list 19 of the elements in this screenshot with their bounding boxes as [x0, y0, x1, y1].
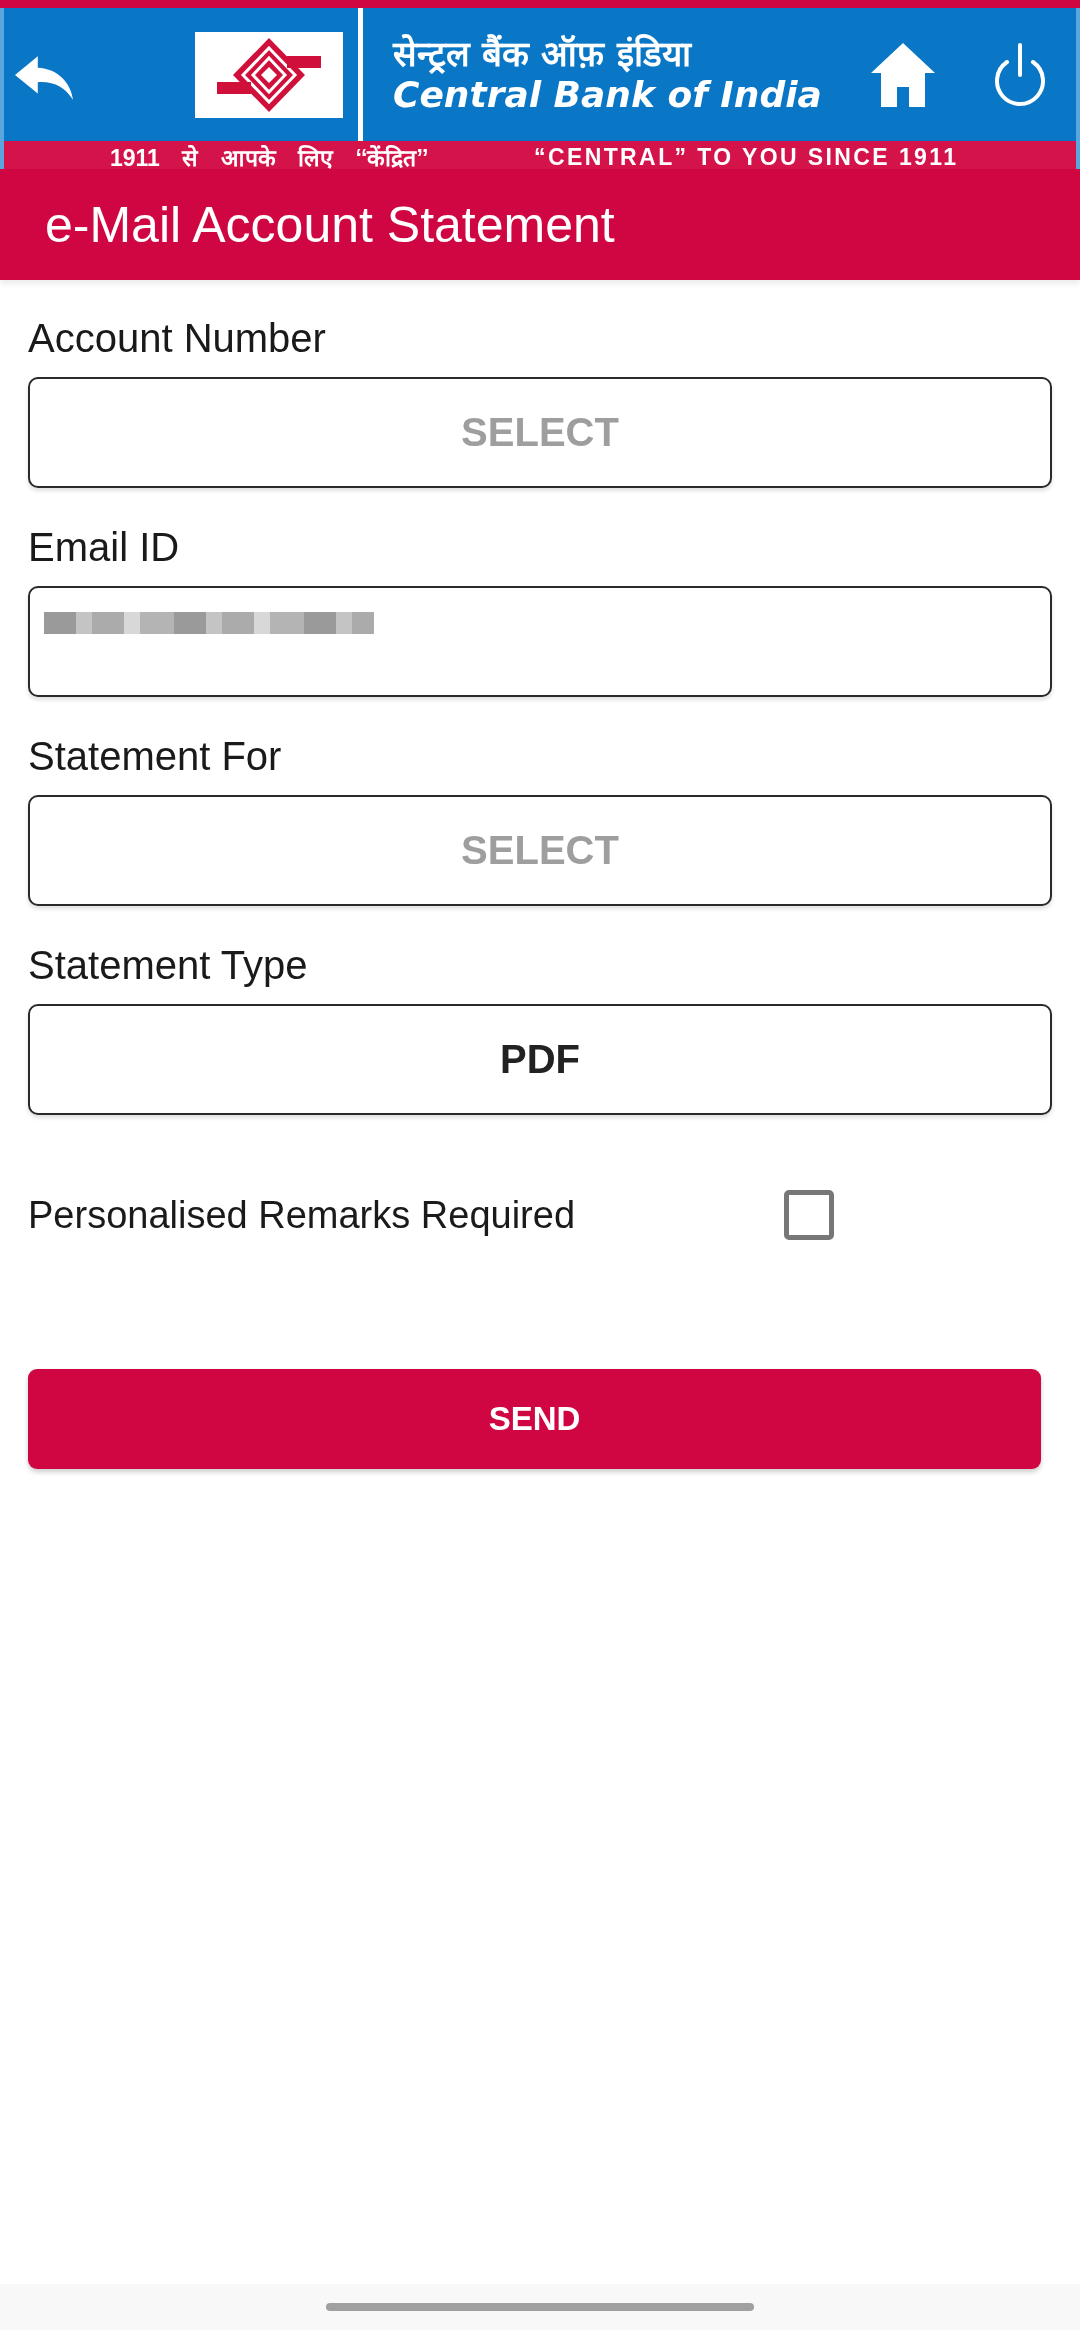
tagline-text: “CENTRAL” TO YOU SINCE 1911	[534, 143, 959, 171]
field-label: Statement For	[28, 733, 282, 780]
logo-icon	[195, 31, 343, 118]
send-button[interactable]: SEND	[28, 1369, 1041, 1469]
back-arrow-icon[interactable]	[15, 53, 73, 102]
checkbox[interactable]	[784, 1190, 834, 1240]
field-label: Statement Type	[28, 942, 308, 989]
field-label: Account Number	[28, 315, 326, 362]
page-title: e-Mail Account Statement	[45, 195, 615, 254]
bank-name-hindi: सेन्ट्रल बैंक ऑफ़ इंडिया	[393, 34, 693, 73]
power-icon[interactable]	[992, 40, 1048, 109]
field-label: Email ID	[28, 524, 180, 571]
dropdown-field[interactable]: PDF	[28, 1004, 1052, 1115]
home-icon[interactable]	[869, 40, 937, 109]
tagline-text: 1911 से आपके लिए ‘‘केंद्रित’’	[110, 144, 429, 173]
bank-name: Central Bank of India	[393, 74, 822, 115]
input-field[interactable]	[28, 586, 1052, 697]
gesture-handle[interactable]	[326, 2303, 754, 2311]
checkbox-label: Personalised Remarks Required	[28, 1193, 576, 1237]
